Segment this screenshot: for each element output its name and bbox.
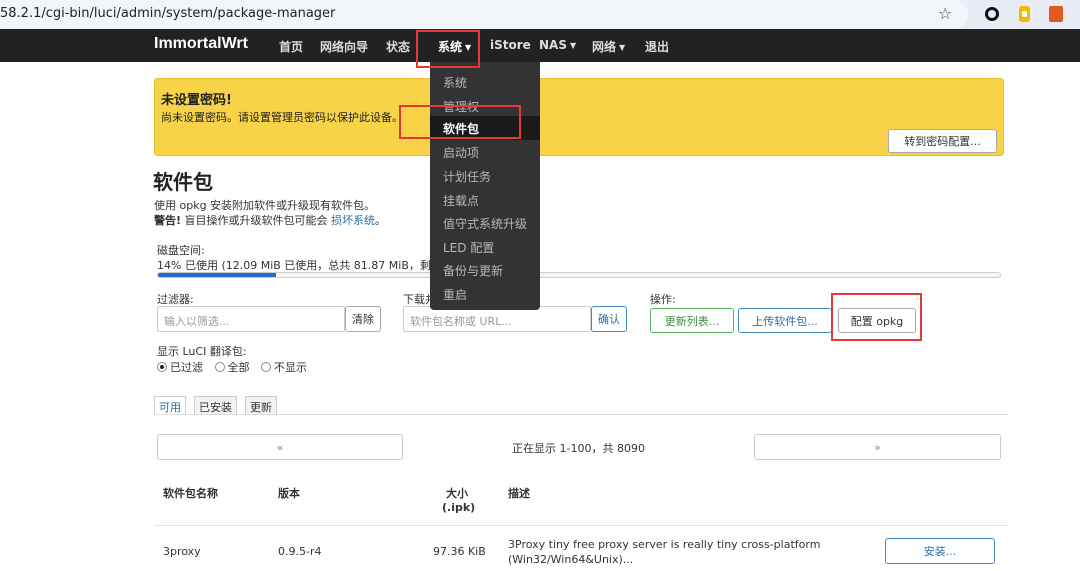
package-description-1: 3Proxy tiny free proxy server is really … [508, 538, 821, 551]
nav-network[interactable]: 网络 ▼ [592, 38, 625, 55]
col-name: 软件包名称 [163, 487, 218, 500]
update-lists-button[interactable]: 更新列表... [650, 308, 734, 333]
radio-filtered-label: 已过滤 [170, 361, 203, 374]
nav-status-label: 状态 [386, 40, 411, 54]
menu-item-scheduled-tasks[interactable]: 计划任务 [443, 168, 491, 185]
nav-nas-label: NAS [539, 38, 567, 52]
col-version: 版本 [278, 487, 300, 500]
menu-item-attended-sysupgrade[interactable]: 值守式系统升级 [443, 215, 527, 232]
confirm-download-button[interactable]: 确认 [591, 306, 627, 332]
address-bar[interactable]: 58.2.1/cgi-bin/luci/admin/system/package… [0, 0, 968, 29]
tab-available[interactable]: 可用 [154, 396, 186, 414]
radio-hide-label: 不显示 [274, 361, 307, 374]
tab-updates[interactable]: 更新 [245, 396, 277, 414]
warning-end: 。 [375, 214, 387, 227]
nav-nas[interactable]: NAS ▼ [539, 38, 576, 52]
package-name: 3proxy [163, 545, 201, 558]
warning-line: 警告! 盲目操作或升级软件包可能会 损坏系统。 [154, 212, 386, 228]
clear-filter-button[interactable]: 清除 [345, 306, 381, 332]
filter-label: 过滤器: [157, 293, 194, 306]
alert-text: 尚未设置密码。请设置管理员密码以保护此设备。 [161, 111, 403, 124]
warning-label: 警告! [154, 214, 182, 227]
bookmark-star-icon[interactable]: ☆ [938, 4, 952, 23]
highlight-configure-opkg [831, 293, 922, 341]
highlight-system-menu [416, 30, 480, 68]
radio-all[interactable]: 全部 [214, 361, 250, 374]
chevron-down-icon: ▼ [619, 43, 626, 52]
nav-istore[interactable]: iStore [490, 38, 531, 52]
actions-label: 操作: [650, 293, 676, 306]
package-version: 0.9.5-r4 [278, 545, 322, 558]
system-dropdown-menu: 系统 管理权 软件包 启动项 计划任务 挂载点 值守式系统升级 LED 配置 备… [430, 62, 540, 310]
col-size-unit: (.ipk) [442, 501, 476, 514]
extension-app-icon[interactable] [1049, 6, 1063, 22]
package-description-2: (Win32/Win64&Unix)... [508, 553, 634, 566]
disk-space-label: 磁盘空间: [157, 244, 205, 257]
radio-filtered[interactable]: 已过滤 [157, 361, 203, 374]
top-navbar: ImmortalWrt 首页 网络向导 状态 系统 ▼ iStore NAS ▼ 网… [0, 29, 1080, 62]
radio-all-label: 全部 [227, 361, 250, 374]
menu-item-mount-points[interactable]: 挂载点 [443, 192, 479, 209]
brand-logo[interactable]: ImmortalWrt [154, 35, 248, 53]
menu-item-reboot[interactable]: 重启 [443, 286, 467, 303]
disk-space-text: 14% 已使用 (12.09 MiB 已使用，总共 81.87 MiB，剩 [157, 259, 431, 272]
nav-status[interactable]: 状态 [386, 38, 410, 55]
disk-usage-bar [157, 272, 1001, 278]
filter-input[interactable]: 输入以筛选... [157, 306, 345, 332]
nav-network-label: 网络 [592, 40, 617, 54]
package-size: 97.36 KiB [433, 545, 486, 558]
radio-off-icon [261, 362, 271, 372]
radio-off-icon [214, 362, 225, 372]
password-alert: 未设置密码! 尚未设置密码。请设置管理员密码以保护此设备。 转到密码配置... [154, 78, 1004, 156]
tab-installed[interactable]: 已安装 [194, 396, 237, 414]
menu-item-system[interactable]: 系统 [443, 74, 467, 91]
pager-status: 正在显示 1-100，共 8090 [512, 442, 645, 455]
disk-usage-fill [158, 273, 276, 277]
nav-network-wizard[interactable]: 网络向导 [320, 38, 368, 55]
nav-logout[interactable]: 退出 [645, 38, 669, 55]
radio-hide[interactable]: 不显示 [261, 361, 307, 374]
warning-text: 盲目操作或升级软件包可能会 [184, 214, 328, 227]
page-description: 使用 opkg 安装附加软件或升级现有软件包。 [154, 199, 376, 212]
prev-page-button[interactable]: « [157, 434, 403, 460]
luci-translation-options: 已过滤 全部 不显示 [157, 359, 315, 375]
menu-item-startup[interactable]: 启动项 [443, 144, 479, 161]
upload-package-button[interactable]: 上传软件包... [738, 308, 832, 333]
extension-ring-icon[interactable] [985, 7, 999, 21]
menu-item-led-config[interactable]: LED 配置 [443, 239, 494, 256]
extension-lock-icon[interactable] [1019, 6, 1030, 22]
col-description: 描述 [508, 487, 530, 500]
menu-item-backup-flash[interactable]: 备份与更新 [443, 262, 503, 279]
alert-title: 未设置密码! [161, 93, 232, 108]
col-size: 大小 [446, 487, 468, 500]
warning-link[interactable]: 损坏系统 [331, 214, 375, 227]
address-text[interactable]: 58.2.1/cgi-bin/luci/admin/system/package… [0, 6, 335, 21]
browser-toolbar: 58.2.1/cgi-bin/luci/admin/system/package… [0, 0, 1080, 29]
highlight-software-item [399, 105, 521, 139]
next-page-button[interactable]: » [754, 434, 1001, 460]
luci-translation-label: 显示 LuCI 翻译包: [157, 345, 247, 358]
page-title: 软件包 [153, 170, 213, 194]
nav-home[interactable]: 首页 [279, 38, 303, 55]
install-button[interactable]: 安装... [885, 538, 995, 564]
chevron-down-icon: ▼ [569, 41, 577, 50]
table-header: 软件包名称 版本 大小 (.ipk) 描述 [154, 470, 1008, 526]
goto-password-button[interactable]: 转到密码配置... [888, 129, 997, 153]
tab-divider [154, 414, 1008, 415]
radio-on-icon [157, 362, 167, 372]
